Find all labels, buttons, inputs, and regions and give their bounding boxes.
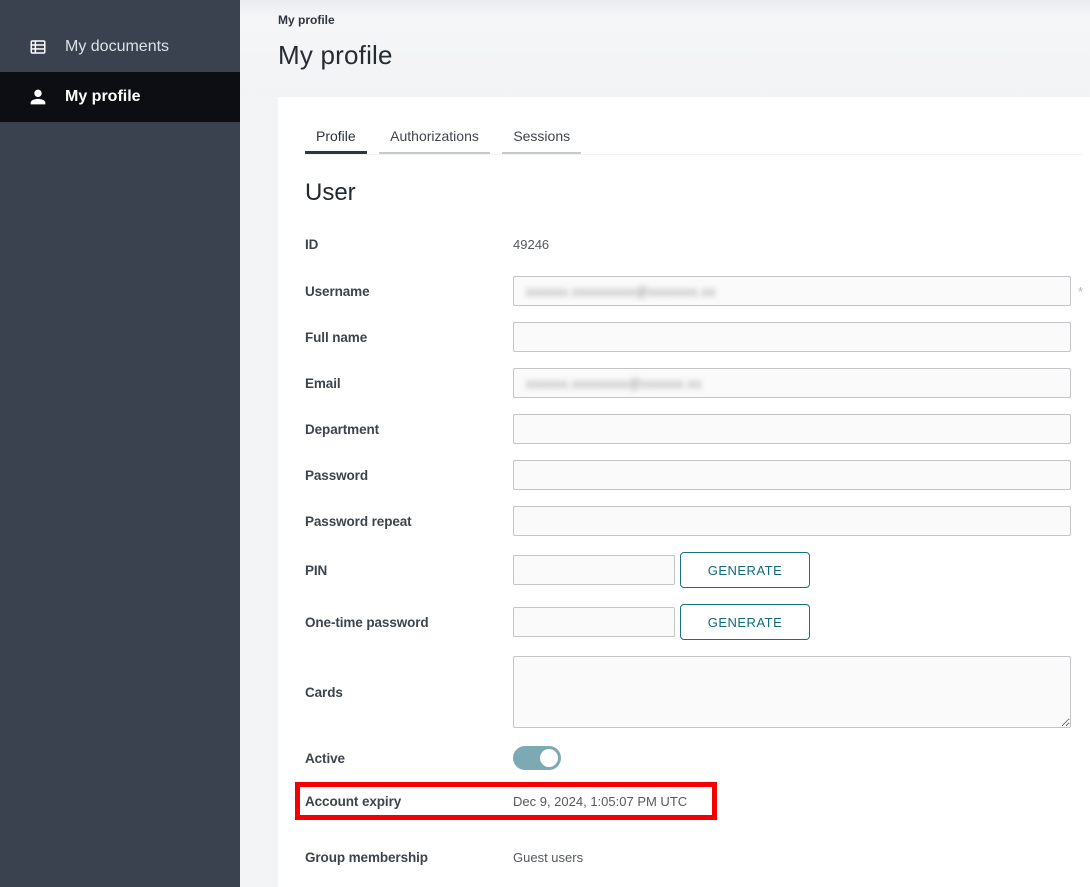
password-repeat-label: Password repeat [305, 514, 513, 529]
password-repeat-field[interactable] [513, 506, 1071, 536]
sidebar: My documents My profile [0, 0, 240, 887]
tab-authorizations[interactable]: Authorizations [379, 123, 490, 154]
active-toggle[interactable] [513, 746, 561, 770]
sidebar-item-my-profile[interactable]: My profile [0, 72, 240, 122]
full-name-label: Full name [305, 330, 513, 345]
main-area: My profile My profile Profile Authorizat… [240, 0, 1090, 887]
form-row-id: ID 49246 [305, 237, 1083, 252]
one-time-password-label: One-time password [305, 615, 513, 630]
sidebar-item-label: My profile [65, 88, 141, 106]
tab-bar: Profile Authorizations Sessions [305, 97, 1083, 155]
password-label: Password [305, 468, 513, 483]
id-label: ID [305, 237, 513, 252]
toggle-knob [540, 749, 558, 767]
form-row-department: Department [305, 414, 1083, 444]
app-window: My documents My profile My profile My pr… [0, 0, 1090, 887]
account-expiry-value: Dec 9, 2024, 1:05:07 PM UTC [513, 794, 687, 809]
form-row-full-name: Full name [305, 322, 1083, 352]
pin-label: PIN [305, 563, 513, 578]
sidebar-item-my-documents[interactable]: My documents [0, 22, 240, 72]
group-membership-label: Group membership [305, 850, 513, 865]
form-row-group-membership: Group membership Guest users [305, 850, 1083, 865]
section-title: User [305, 179, 1083, 207]
documents-list-icon [26, 35, 50, 59]
one-time-password-generate-button[interactable]: GENERATE [680, 604, 810, 640]
cards-field[interactable] [513, 656, 1071, 728]
id-value: 49246 [513, 237, 549, 252]
password-field[interactable] [513, 460, 1071, 490]
pin-field[interactable] [513, 555, 675, 585]
email-label: Email [305, 376, 513, 391]
person-icon [26, 85, 50, 109]
username-label: Username [305, 284, 513, 299]
sidebar-item-label: My documents [65, 38, 169, 56]
active-label: Active [305, 751, 513, 766]
form-row-password-repeat: Password repeat [305, 506, 1083, 536]
cards-label: Cards [305, 685, 513, 700]
pin-generate-button[interactable]: GENERATE [680, 552, 810, 588]
page-header: My profile My profile [240, 0, 1090, 97]
form-row-username: Username xxxxxx.xxxxxxxxx@xxxxxxx.xx * [305, 276, 1083, 306]
one-time-password-field[interactable] [513, 607, 675, 637]
breadcrumb: My profile [278, 13, 1090, 27]
tab-profile[interactable]: Profile [305, 123, 367, 154]
full-name-field[interactable] [513, 322, 1071, 352]
form-row-pin: PIN GENERATE [305, 552, 1083, 588]
form-row-one-time-password: One-time password GENERATE [305, 604, 1083, 640]
email-redacted-value: xxxxxx.xxxxxxxx@xxxxxx.xx [526, 376, 702, 391]
profile-card: Profile Authorizations Sessions User ID … [278, 97, 1090, 887]
required-asterisk: * [1078, 284, 1083, 299]
form-row-password: Password [305, 460, 1083, 490]
department-label: Department [305, 422, 513, 437]
account-expiry-label: Account expiry [305, 794, 513, 809]
tab-sessions[interactable]: Sessions [502, 123, 581, 154]
form-row-email: Email xxxxxx.xxxxxxxx@xxxxxx.xx [305, 368, 1083, 398]
department-field[interactable] [513, 414, 1071, 444]
username-field[interactable]: xxxxxx.xxxxxxxxx@xxxxxxx.xx [513, 276, 1071, 306]
username-redacted-value: xxxxxx.xxxxxxxxx@xxxxxxx.xx [526, 284, 716, 299]
email-field[interactable]: xxxxxx.xxxxxxxx@xxxxxx.xx [513, 368, 1071, 398]
form-row-active: Active [305, 746, 1083, 770]
group-membership-value: Guest users [513, 850, 583, 865]
page-title: My profile [278, 40, 1090, 71]
account-expiry-highlight-box: Account expiry Dec 9, 2024, 1:05:07 PM U… [295, 782, 717, 820]
form-row-cards: Cards [305, 656, 1083, 728]
